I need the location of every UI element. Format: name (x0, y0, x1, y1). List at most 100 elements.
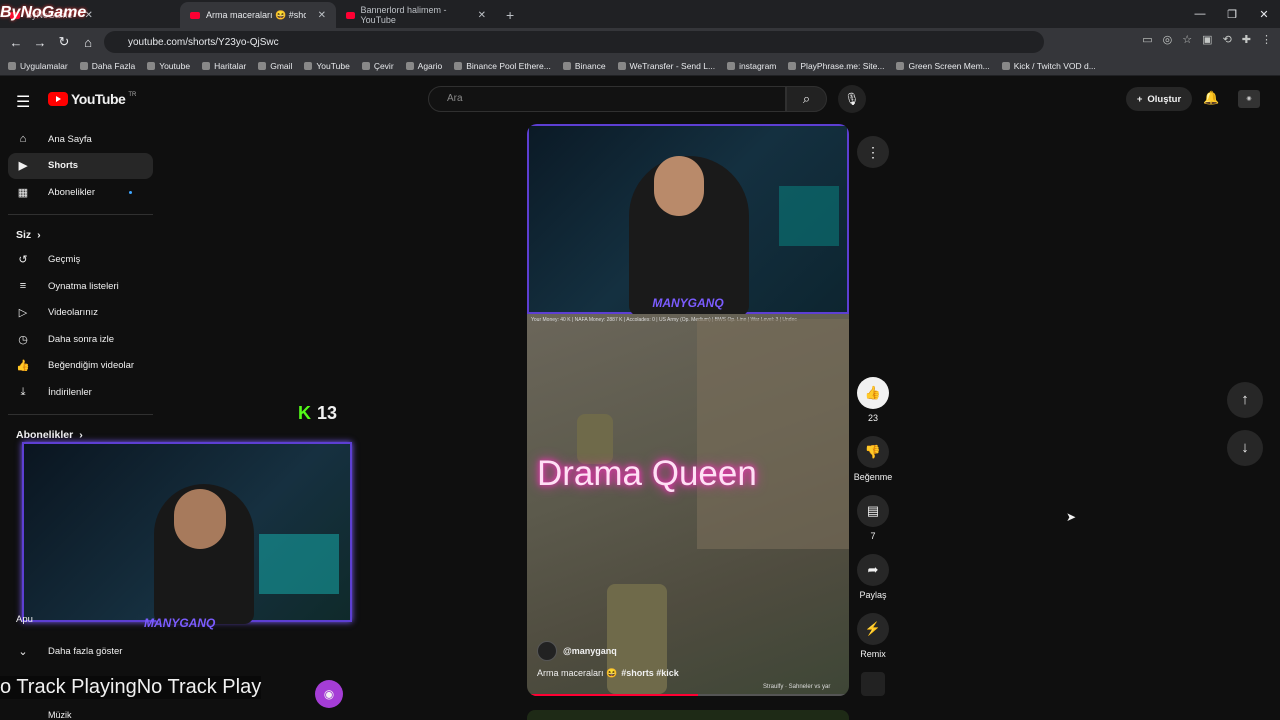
sidebar-item-label: Beğendiğim videolar (48, 360, 135, 372)
bookmark-item[interactable]: Haritalar (202, 61, 246, 71)
sidebar-item-0[interactable]: ⌂ Ana Sayfa (8, 126, 153, 153)
sound-thumbnail[interactable] (853, 672, 893, 696)
country-code: TR (128, 92, 137, 98)
dislike-button[interactable]: 👎 Beğenme (853, 436, 893, 482)
sidebar-item-4[interactable]: 👍 Beğendiğim videolar (8, 353, 153, 380)
menu-dots-icon[interactable]: ⋮ (1261, 33, 1272, 46)
sidebar-item-5[interactable]: ⤓ İndirilenler (8, 379, 153, 406)
music-credit[interactable]: Straulfy · Sahneler vs yar (763, 684, 830, 690)
new-tab-button[interactable]: + (496, 2, 526, 28)
sidebar-item-1[interactable]: ≡ Oynatma listeleri (8, 273, 153, 300)
sidebar-item-3[interactable]: ◷ Daha sonra izle (8, 326, 153, 353)
bookmark-item[interactable]: Youtube (147, 61, 190, 71)
bookmark-icon (454, 61, 463, 70)
cast-icon[interactable]: ▭ (1142, 33, 1152, 46)
bookmark-item[interactable]: PlayPhrase.me: Site... (788, 61, 884, 71)
channel-handle[interactable]: @manyganq (563, 646, 617, 656)
bookmark-icon (304, 61, 313, 70)
back-icon[interactable]: ← (4, 35, 28, 50)
bookmark-icon (1001, 61, 1010, 70)
translate-icon[interactable]: ⟲ (1223, 33, 1232, 46)
comments-button[interactable]: ▤ 7 (853, 495, 893, 541)
bookmark-item[interactable]: Kick / Twitch VOD d... (1001, 61, 1096, 71)
section-you[interactable]: Siz › (8, 223, 153, 247)
remix-button[interactable]: ⚡ Remix (853, 613, 893, 659)
extension-icon[interactable]: ▣ (1202, 33, 1212, 46)
search-input[interactable]: Ara (428, 86, 786, 112)
bookmark-icon (617, 61, 626, 70)
bookmark-label: Agario (417, 60, 443, 71)
notifications-bell-icon[interactable]: 🔔 (1203, 90, 1219, 106)
video-icon: ▷ (18, 307, 28, 320)
channel-avatar[interactable] (537, 641, 557, 661)
minimize-icon[interactable]: — (1184, 0, 1216, 28)
restore-icon[interactable]: ❐ (1216, 0, 1248, 28)
next-short-button[interactable]: ↓ (1227, 430, 1263, 466)
sidebar-item-label: Ana Sayfa (48, 133, 92, 145)
forward-icon[interactable]: → (28, 35, 52, 50)
sidebar-item-label: Oynatma listeleri (48, 280, 119, 292)
puzzle-icon[interactable]: ✚ (1242, 33, 1251, 46)
sidebar-item-label: Daha sonra izle (48, 333, 115, 345)
url-field[interactable]: youtube.com/shorts/Y23yo-QjSwc (104, 31, 1044, 53)
bookmark-item[interactable]: Agario (405, 60, 443, 71)
close-tab-icon[interactable]: ✕ (478, 10, 486, 21)
bookmark-icon (8, 61, 16, 70)
new-content-dot (129, 190, 132, 194)
avatar[interactable]: ◉ (1238, 90, 1260, 108)
youtube-play-icon (48, 92, 68, 106)
music-item[interactable]: Müzik (48, 710, 72, 720)
close-window-icon[interactable]: ✕ (1248, 0, 1280, 28)
bookmark-item[interactable]: Gmail (258, 61, 292, 71)
caption-hashtags[interactable]: #shorts #kick (621, 668, 679, 678)
short-caption: Arma maceraları 😆 #shorts #kick (537, 668, 679, 679)
sub-partial-item[interactable]: Apu (16, 614, 33, 625)
sidebar-item-0[interactable]: ↺ Geçmiş (8, 247, 153, 274)
sidebar-item-label: Abonelikler (48, 186, 95, 198)
short-video-player[interactable]: MANYGANQ Your Money: 40 K | NAFA Money: … (527, 124, 849, 696)
bookmark-item[interactable]: instagram (727, 61, 776, 71)
browser-tabbar: ByNoGame ✕ Arma maceraları 😆 #shorts ✕ Ban… (0, 0, 1280, 28)
search-button[interactable]: ⌕ (786, 86, 827, 112)
bookmark-item[interactable]: Green Screen Mem... (896, 61, 990, 71)
close-tab-icon[interactable]: ✕ (318, 10, 326, 21)
reload-icon[interactable]: ↻ (52, 34, 76, 50)
divider (8, 213, 153, 215)
channel-info[interactable]: @manyganq (537, 641, 617, 661)
like-button[interactable]: 👍 23 (853, 377, 893, 423)
sidebar-item-label: İndirilenler (48, 386, 92, 398)
bookmark-icon (727, 61, 736, 70)
bookmark-icon (405, 61, 414, 70)
bookmark-item[interactable]: YouTube (304, 61, 350, 71)
sidebar-item-1[interactable]: ▶ Shorts (8, 152, 153, 179)
bookmark-item[interactable]: Uygulamalar (8, 61, 68, 71)
more-options-button[interactable]: ⋮ (857, 136, 889, 168)
bookmark-icon (202, 61, 211, 70)
sidebar-item-2[interactable]: ▷ Videolarınız (8, 300, 153, 327)
dislike-label: Beğenme (853, 472, 893, 482)
create-button[interactable]: + Oluştur (1126, 87, 1192, 111)
star-icon[interactable]: ☆ (1182, 33, 1192, 46)
bookmark-item[interactable]: WeTransfer - Send L... (617, 61, 715, 71)
bookmark-item[interactable]: Binance Pool Ethere... (454, 61, 551, 71)
previous-short-button[interactable]: ↑ (1227, 382, 1263, 418)
bookmark-item[interactable]: Binance (562, 61, 606, 71)
camera-tag: MANYGANQ (652, 296, 724, 310)
show-more-button[interactable]: ⌄ Daha fazla göster (8, 638, 153, 665)
tab-2[interactable]: Arma maceraları 😆 #shorts ✕ (180, 2, 336, 28)
tab-3[interactable]: Bannerlord halimem - YouTube ✕ (336, 2, 496, 28)
eye-off-icon[interactable]: ◎ (1163, 33, 1173, 46)
voice-search-button[interactable]: 🎙 (838, 85, 866, 113)
share-label: Paylaş (859, 590, 887, 600)
youtube-wordmark: YouTube (71, 91, 126, 107)
youtube-logo[interactable]: YouTube TR (48, 91, 136, 107)
playlist-icon: ≡ (19, 280, 27, 293)
home-icon[interactable]: ⌂ (76, 35, 100, 50)
sidebar-item-2[interactable]: ▦ Abonelikler (8, 179, 153, 206)
bookmark-item[interactable]: Daha Fazla (79, 61, 135, 71)
progress-bar[interactable] (527, 694, 849, 696)
bookmark-item[interactable]: Çevir (361, 61, 394, 71)
share-button[interactable]: ➦ Paylaş (853, 554, 893, 600)
chevron-right-icon: › (79, 428, 83, 441)
menu-hamburger-icon[interactable]: ☰ (16, 92, 30, 112)
